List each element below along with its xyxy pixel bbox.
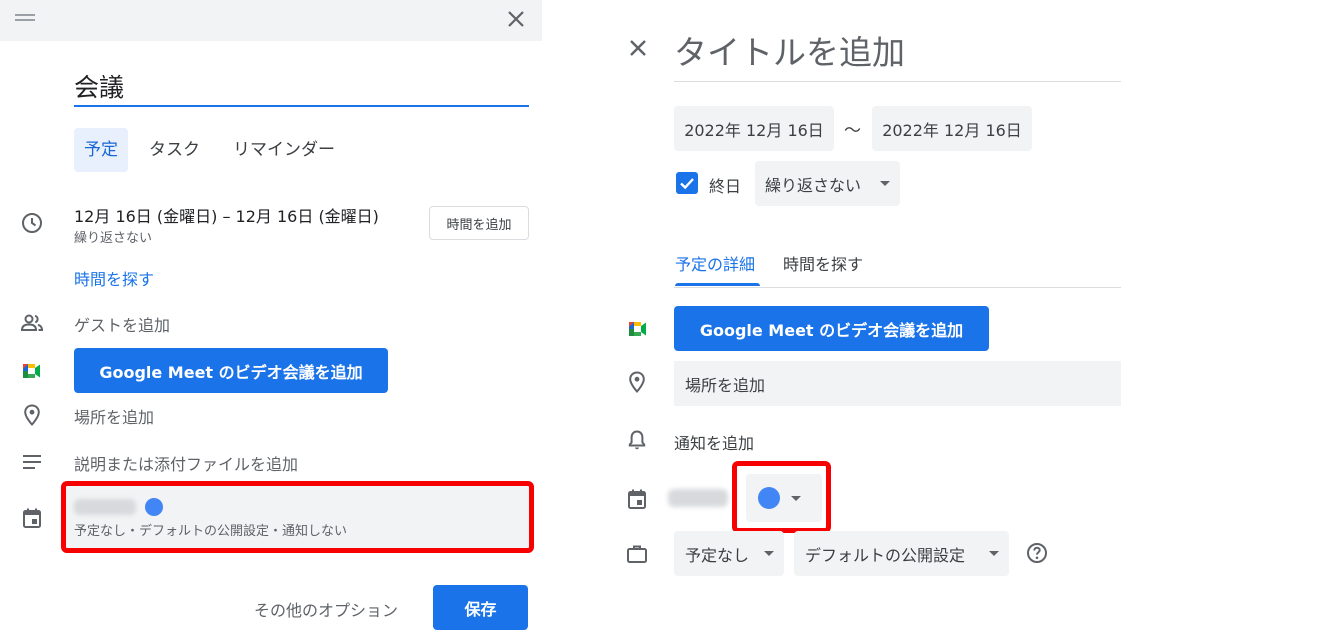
calendar-icon — [628, 489, 646, 509]
add-location-field[interactable]: 場所を追加 — [74, 404, 154, 428]
add-description-field[interactable]: 説明または添付ファイルを追加 — [74, 451, 298, 475]
date-range-text[interactable]: 12月 16日 (金曜日) – 12月 16日 (金曜日) — [74, 203, 379, 227]
availability-value: 予定なし — [685, 545, 750, 565]
google-meet-icon — [629, 322, 646, 336]
add-guests-field[interactable]: ゲストを追加 — [74, 312, 170, 336]
google-meet-icon — [23, 364, 40, 378]
more-options-button[interactable]: その他のオプション — [254, 597, 398, 621]
dialog-top-bar[interactable] — [0, 0, 542, 41]
visibility-dropdown[interactable]: デフォルトの公開設定 — [794, 531, 1009, 576]
notes-icon — [23, 455, 41, 469]
title-focus-underline — [74, 105, 529, 107]
all-day-checkbox[interactable] — [676, 172, 698, 194]
title-underline — [674, 81, 1121, 82]
active-tab-indicator — [675, 283, 760, 286]
visibility-value: デフォルトの公開設定 — [805, 545, 966, 565]
bell-icon — [628, 430, 646, 450]
tab-find-time[interactable]: 時間を探す — [783, 251, 863, 275]
end-date-picker[interactable]: 2022年 12月 16日 — [872, 106, 1032, 151]
briefcase-icon — [627, 545, 647, 563]
calendar-name-blurred[interactable] — [668, 489, 728, 507]
calendar-icon — [23, 508, 41, 528]
drag-handle-icon[interactable] — [15, 13, 35, 23]
add-google-meet-button[interactable]: Google Meet のビデオ会議を追加 — [74, 348, 388, 393]
clock-icon — [22, 213, 42, 233]
checkmark-icon — [680, 178, 694, 190]
all-day-label[interactable]: 終日 — [709, 173, 741, 197]
repeat-value: 繰り返さない — [765, 175, 862, 195]
dropdown-caret-icon — [989, 551, 999, 556]
location-pin-icon — [24, 404, 40, 426]
tabs-divider — [674, 287, 1121, 288]
save-button[interactable]: 保存 — [433, 585, 528, 630]
event-title-input[interactable]: 会議 — [74, 68, 124, 104]
dropdown-caret-icon — [880, 181, 890, 186]
help-icon[interactable] — [1025, 541, 1049, 565]
red-highlight-box — [61, 481, 534, 553]
title-input[interactable]: タイトルを追加 — [674, 26, 905, 74]
start-date-picker[interactable]: 2022年 12月 16日 — [674, 106, 834, 151]
availability-dropdown[interactable]: 予定なし — [674, 531, 784, 576]
tab-task[interactable]: タスク — [139, 128, 210, 172]
tab-reminder[interactable]: リマインダー — [223, 128, 345, 172]
dropdown-caret-icon — [764, 551, 774, 556]
close-icon[interactable] — [506, 9, 526, 29]
close-icon[interactable] — [627, 37, 649, 59]
tab-event-details[interactable]: 予定の詳細 — [675, 251, 755, 275]
repeat-dropdown[interactable]: 繰り返さない — [755, 161, 900, 206]
people-icon — [20, 314, 44, 331]
add-google-meet-button[interactable]: Google Meet のビデオ会議を追加 — [674, 306, 989, 351]
date-separator: ～ — [844, 121, 861, 141]
location-pin-icon — [629, 371, 645, 393]
tab-event[interactable]: 予定 — [74, 128, 128, 172]
red-highlight-box — [732, 461, 831, 533]
add-notification-button[interactable]: 通知を追加 — [674, 430, 754, 454]
repeat-text[interactable]: 繰り返さない — [74, 227, 152, 246]
location-input[interactable]: 場所を追加 — [674, 361, 1121, 406]
add-time-button[interactable]: 時間を追加 — [429, 206, 529, 240]
find-time-link[interactable]: 時間を探す — [74, 266, 154, 290]
